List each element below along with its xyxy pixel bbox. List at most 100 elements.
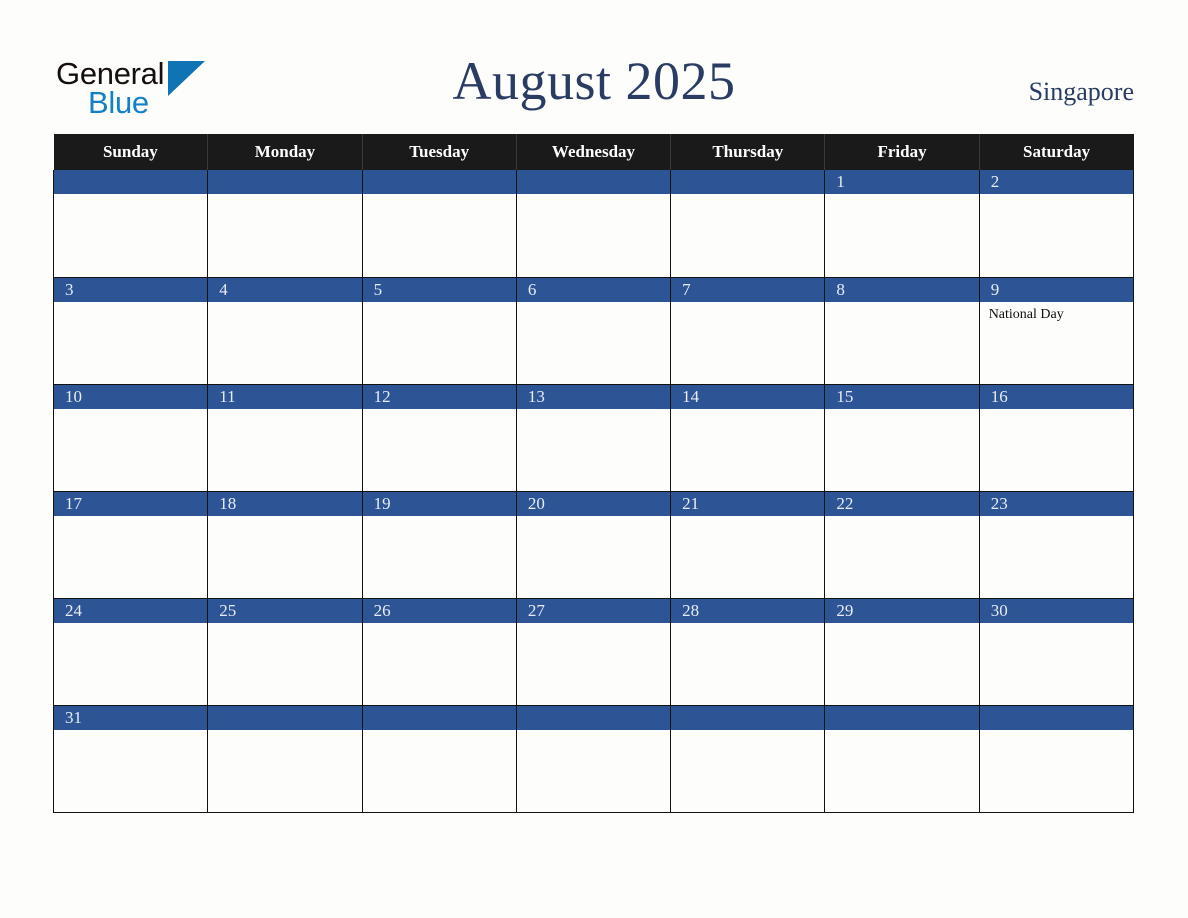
calendar-week-row: 17 18 19 20 21 22 23 bbox=[52, 491, 1135, 599]
day-cell-body bbox=[671, 301, 825, 384]
calendar-day-cell[interactable]: 25 bbox=[207, 598, 363, 706]
day-number bbox=[362, 705, 516, 730]
calendar-empty-cell bbox=[207, 705, 363, 813]
calendar-day-cell[interactable]: 7 bbox=[670, 277, 826, 385]
day-cell-body bbox=[516, 301, 671, 384]
day-number: 25 bbox=[208, 598, 362, 623]
day-number: 27 bbox=[516, 598, 671, 623]
calendar-empty-cell bbox=[824, 705, 980, 813]
calendar-day-cell[interactable]: 8 bbox=[824, 277, 980, 385]
calendar-day-cell[interactable]: 13 bbox=[515, 384, 672, 492]
calendar-day-cell[interactable]: 5 bbox=[361, 277, 517, 385]
day-number: 16 bbox=[979, 384, 1133, 409]
day-cell-body bbox=[825, 194, 979, 276]
calendar-day-cell[interactable]: 6 bbox=[515, 277, 672, 385]
day-number bbox=[671, 170, 825, 194]
calendar-empty-cell bbox=[361, 170, 517, 278]
day-number bbox=[671, 705, 825, 730]
calendar-day-cell[interactable]: 2 bbox=[978, 170, 1135, 278]
day-cell-body bbox=[671, 194, 825, 276]
weekday-header-tuesday: Tuesday bbox=[361, 134, 517, 170]
calendar-day-cell[interactable]: 31 bbox=[52, 705, 209, 813]
day-cell-body bbox=[825, 408, 979, 491]
day-number: 2 bbox=[979, 170, 1133, 194]
calendar-page: General Blue August 2025 Singapore Sunda… bbox=[0, 0, 1188, 918]
calendar-day-cell[interactable]: 23 bbox=[978, 491, 1135, 599]
day-cell-body bbox=[825, 515, 979, 598]
calendar-empty-cell bbox=[207, 170, 363, 278]
day-cell-body bbox=[208, 408, 362, 491]
day-number bbox=[516, 170, 671, 194]
day-number: 20 bbox=[516, 491, 671, 516]
day-number: 7 bbox=[671, 277, 825, 302]
day-number: 29 bbox=[825, 598, 979, 623]
calendar-empty-cell bbox=[670, 705, 826, 813]
calendar-day-cell[interactable]: 22 bbox=[824, 491, 980, 599]
calendar-day-cell[interactable]: 9 National Day bbox=[978, 277, 1135, 385]
day-cell-body bbox=[825, 729, 979, 812]
day-cell-body bbox=[516, 622, 671, 705]
day-number: 6 bbox=[516, 277, 671, 302]
day-number: 9 bbox=[979, 277, 1133, 302]
day-cell-body bbox=[362, 301, 516, 384]
day-number: 31 bbox=[54, 705, 208, 730]
calendar-day-cell[interactable]: 24 bbox=[52, 598, 209, 706]
calendar-empty-cell bbox=[515, 705, 672, 813]
day-number bbox=[362, 170, 516, 194]
calendar-day-cell[interactable]: 26 bbox=[361, 598, 517, 706]
calendar-day-cell[interactable]: 30 bbox=[978, 598, 1135, 706]
weekday-header-wednesday: Wednesday bbox=[515, 134, 672, 170]
day-cell-body bbox=[54, 194, 208, 276]
day-number: 24 bbox=[54, 598, 208, 623]
calendar-empty-cell bbox=[515, 170, 672, 278]
day-number: 30 bbox=[979, 598, 1133, 623]
page-header: General Blue August 2025 Singapore bbox=[0, 0, 1188, 135]
day-cell-body bbox=[362, 408, 516, 491]
calendar-day-cell[interactable]: 4 bbox=[207, 277, 363, 385]
day-cell-body bbox=[208, 301, 362, 384]
day-cell-body bbox=[516, 408, 671, 491]
calendar-day-cell[interactable]: 14 bbox=[670, 384, 826, 492]
calendar-day-cell[interactable]: 29 bbox=[824, 598, 980, 706]
day-number: 8 bbox=[825, 277, 979, 302]
calendar-empty-cell bbox=[52, 170, 209, 278]
day-number: 12 bbox=[362, 384, 516, 409]
holiday-event-label: National Day bbox=[988, 306, 1064, 322]
day-number: 10 bbox=[54, 384, 208, 409]
day-cell-body bbox=[671, 622, 825, 705]
day-cell-body bbox=[671, 515, 825, 598]
calendar-week-row: 12 bbox=[52, 170, 1135, 278]
day-number bbox=[516, 705, 671, 730]
day-number: 1 bbox=[825, 170, 979, 194]
day-number bbox=[54, 170, 208, 194]
day-number bbox=[208, 705, 362, 730]
calendar-day-cell[interactable]: 12 bbox=[361, 384, 517, 492]
calendar-day-cell[interactable]: 11 bbox=[207, 384, 363, 492]
calendar-day-cell[interactable]: 28 bbox=[670, 598, 826, 706]
calendar-day-cell[interactable]: 16 bbox=[978, 384, 1135, 492]
day-cell-body bbox=[54, 515, 208, 598]
calendar-day-cell[interactable]: 17 bbox=[52, 491, 209, 599]
calendar-body: 1 2 3 4 5 6 7 8 9 National Day 10 11 12 13 14 15 16 17 18 1… bbox=[52, 170, 1135, 813]
day-cell-body bbox=[54, 622, 208, 705]
weekday-header-friday: Friday bbox=[824, 134, 980, 170]
calendar-day-cell[interactable]: 20 bbox=[515, 491, 672, 599]
calendar-day-cell[interactable]: 21 bbox=[670, 491, 826, 599]
calendar-day-cell[interactable]: 15 bbox=[824, 384, 980, 492]
day-number: 23 bbox=[979, 491, 1133, 516]
day-number: 21 bbox=[671, 491, 825, 516]
calendar-day-cell[interactable]: 10 bbox=[52, 384, 209, 492]
day-number: 22 bbox=[825, 491, 979, 516]
day-number bbox=[979, 705, 1133, 730]
day-number: 17 bbox=[54, 491, 208, 516]
calendar-day-cell[interactable]: 1 bbox=[824, 170, 980, 278]
day-number: 3 bbox=[54, 277, 208, 302]
day-cell-body bbox=[825, 622, 979, 705]
day-cell-body bbox=[979, 515, 1133, 598]
calendar-day-cell[interactable]: 18 bbox=[207, 491, 363, 599]
calendar-day-cell[interactable]: 27 bbox=[515, 598, 672, 706]
day-cell-body bbox=[362, 729, 516, 812]
calendar-day-cell[interactable]: 3 bbox=[52, 277, 209, 385]
calendar-day-cell[interactable]: 19 bbox=[361, 491, 517, 599]
day-cell-body: National Day bbox=[979, 301, 1133, 384]
